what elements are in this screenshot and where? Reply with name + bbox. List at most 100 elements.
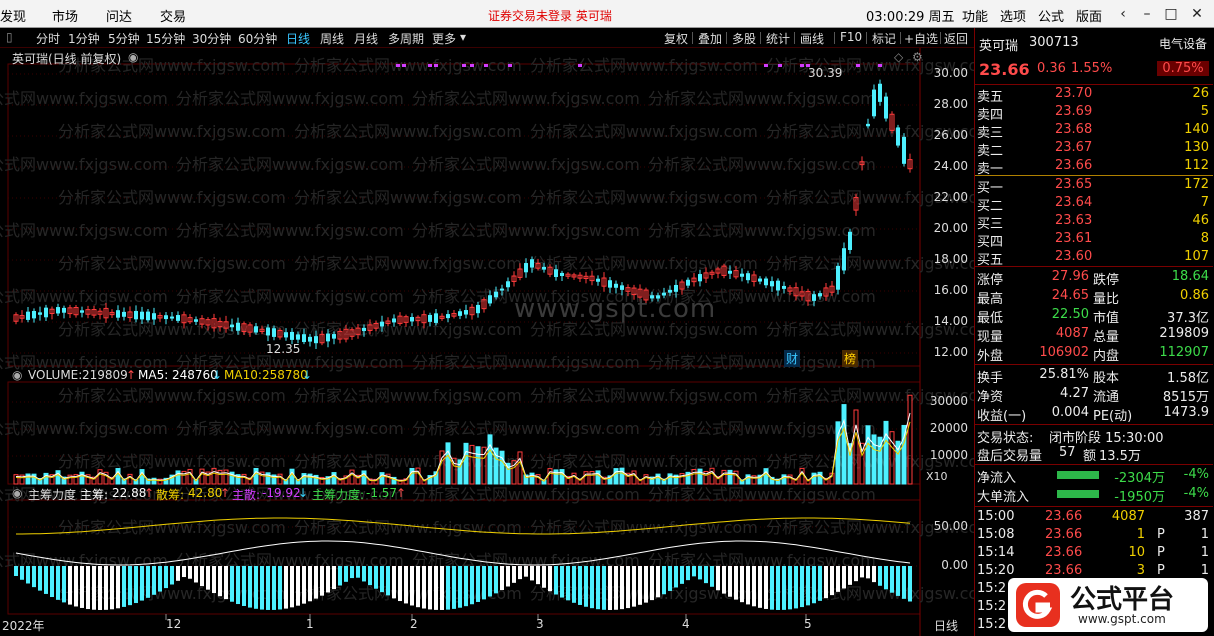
quote-row[interactable]: 最低 22.50 市值 37.3亿 [975,306,1213,326]
tab-daily[interactable]: 日线 [286,30,310,47]
finance-row[interactable]: 净资 4.27 流通 8515万 [975,385,1213,405]
force-bar [632,566,636,607]
tick-row[interactable]: 15:00 23.66 4087 387 [975,508,1213,526]
watermark-text: 分析家公式网www.fxjgsw.com [648,485,876,504]
btn-statistics[interactable]: 统计 [766,30,790,47]
tab-more[interactable]: 更多 [432,30,456,47]
ask-row[interactable]: 卖三 23.68 140 [975,121,1213,141]
diamond-icon[interactable]: ◇ [894,50,903,64]
quote-row[interactable]: 涨停 27.96 跌停 18.64 [975,268,1213,288]
menu-function[interactable]: 功能 [962,6,988,25]
tab-multi-period[interactable]: 多周期 [388,30,424,47]
btn-f10[interactable]: F10 [840,30,862,44]
watermark-text: 分析家公式网www.fxjgsw.com [648,155,876,174]
more-dropdown-icon[interactable]: ▾ [460,30,466,44]
candle-body [164,315,168,320]
candle-body [686,279,690,286]
force-bar [764,566,768,609]
bid-row[interactable]: 买三 23.63 46 [975,212,1213,232]
maximize-icon[interactable]: □ [1160,4,1182,24]
finance-row[interactable]: 收益(一) 0.004 PE(动) 1473.9 [975,404,1213,424]
btn-restore-rights[interactable]: 复权 [664,30,688,47]
flow-row[interactable]: 大单流入 -1950万 -4% [975,485,1213,505]
menu-layout[interactable]: 版面 [1076,6,1102,25]
chart-canvas[interactable]: 分析家公式网www.fxjgsw.com 分析家公式网www.fxjgsw.com… [0,48,974,636]
trade-status-row: 交易状态: 闭市阶段 15:30:00 [975,426,1213,446]
volume-bar [571,472,577,485]
candle-body [608,280,612,288]
menu-market[interactable]: 市场 [52,6,78,25]
quote-row[interactable]: 最高 24.65 量比 0.86 [975,287,1213,307]
ask-row[interactable]: 卖一 23.66 112 [975,157,1213,177]
menu-discover[interactable]: 发现 [0,6,26,25]
tab-15min[interactable]: 15分钟 [146,30,185,47]
btn-mark[interactable]: 标记 [872,30,896,47]
tab-60min[interactable]: 60分钟 [238,30,277,47]
btn-add-watchlist[interactable]: +自选 [904,30,938,47]
stock-name: 英可瑞 [979,39,1019,54]
force-panel-icon[interactable]: ◉ [12,486,22,500]
bid-row[interactable]: 买一 23.65 172 [975,176,1213,196]
signal-dot [800,64,804,67]
candle-body [740,273,744,277]
tick-row[interactable]: 15:08 23.66 1 P 1 [975,526,1213,544]
bid-row[interactable]: 买五 23.60 107 [975,248,1213,268]
force-bar [176,566,180,581]
ask-row[interactable]: 卖五 23.70 26 [975,85,1213,105]
btn-draw-line[interactable]: 画线 [800,30,824,47]
rank-badge[interactable]: 榜 [842,350,859,367]
bid-volume: 46 [1192,213,1209,228]
btn-overlay[interactable]: 叠加 [698,30,722,47]
ask-volume: 112 [1184,158,1209,173]
back-icon[interactable]: ‹ [1112,4,1134,24]
menu-trade[interactable]: 交易 [160,6,186,25]
tab-weekly[interactable]: 周线 [320,30,344,47]
quote-row[interactable]: 现量 4087 总量 219809 [975,325,1213,345]
tab-monthly[interactable]: 月线 [354,30,378,47]
trade-login-notice[interactable]: 证券交易未登录 英可瑞 [488,7,612,24]
force-bar [86,566,90,610]
ask-row[interactable]: 卖四 23.69 5 [975,103,1213,123]
watermark-text: 分析家公式网www.fxjgsw.com [412,353,640,372]
volume-bar [559,469,565,485]
tab-5min[interactable]: 5分钟 [108,30,140,47]
tab-1min[interactable]: 1分钟 [68,30,100,47]
force-bar [398,566,402,602]
divider [975,506,1213,507]
menu-formula[interactable]: 公式 [1038,6,1064,25]
force-bar [92,566,96,610]
settings-icon[interactable]: ⚙ [912,50,923,64]
tab-30min[interactable]: 30分钟 [192,30,231,47]
kline-chart-area[interactable]: 分析家公式网www.fxjgsw.com 分析家公式网www.fxjgsw.com… [0,48,974,636]
period-label[interactable]: 日线 [934,617,958,634]
btn-back[interactable]: 返回 [944,30,968,47]
quote-row[interactable]: 外盘 106902 内盘 112907 [975,344,1213,364]
quote-value: 219809 [1159,326,1209,341]
menu-wenda[interactable]: 问达 [106,6,132,25]
minimize-icon[interactable]: – [1136,4,1158,24]
low-price-label: 12.35 [266,342,301,356]
force-bar [110,566,114,610]
flow-row[interactable]: 净流入 -2304万 -4% [975,466,1213,486]
close-icon[interactable]: ✕ [1186,4,1208,24]
force-bar [116,566,120,609]
bid-row[interactable]: 买四 23.61 8 [975,230,1213,250]
finance-row[interactable]: 换手 25.81% 股本 1.58亿 [975,366,1213,386]
bid-row[interactable]: 买二 23.64 7 [975,194,1213,214]
quote-panel: 英可瑞 300713 电气设备 23.66 0.36 1.55% 0.75% 交… [974,28,1214,636]
watermark-text: 分析家公式网www.fxjgsw.com [58,254,286,273]
panel-menu-icon[interactable]: ◉ [128,50,138,64]
tab-fenshi[interactable]: 分时 [36,30,60,47]
volume-panel-icon[interactable]: ◉ [12,368,22,382]
high-price-label: 30.39 [808,66,843,80]
sector-name[interactable]: 电气设备 [1159,35,1207,52]
btn-multi-stock[interactable]: 多股 [732,30,756,47]
volume-bar [841,404,847,485]
candle-body [26,311,30,320]
finance-badge[interactable]: 财 [784,350,801,367]
bid-volume: 172 [1184,177,1209,192]
quote-value: 24.65 [1051,288,1089,303]
ask-row[interactable]: 卖二 23.67 130 [975,139,1213,159]
tick-row[interactable]: 15:14 23.66 10 P 1 [975,544,1213,562]
menu-options[interactable]: 选项 [1000,6,1026,25]
